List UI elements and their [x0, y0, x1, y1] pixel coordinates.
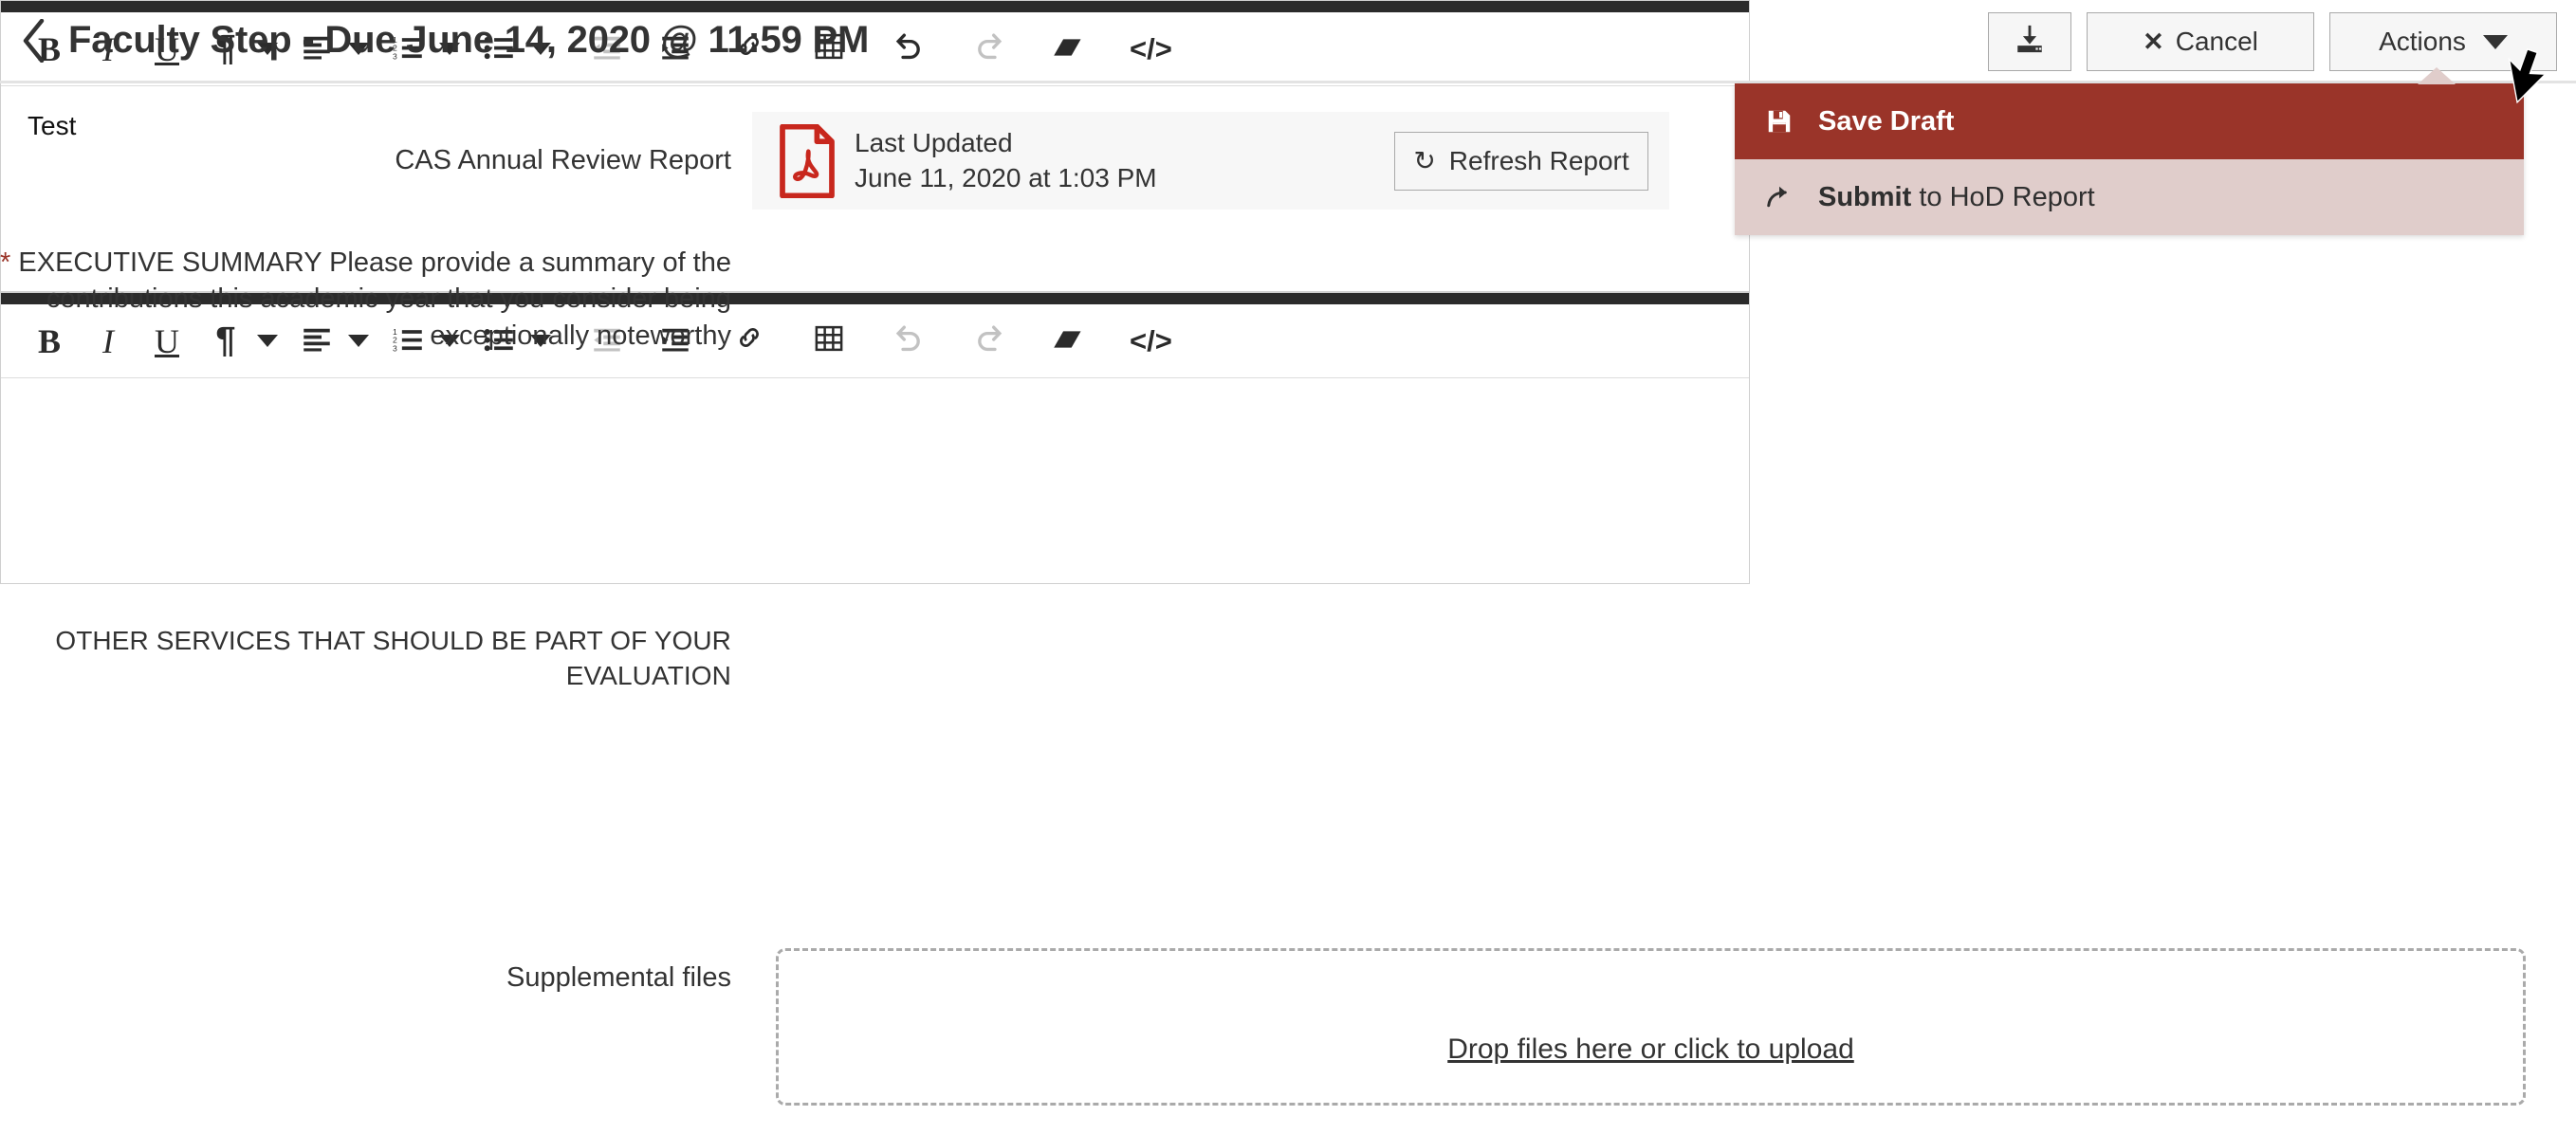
- report-label: CAS Annual Review Report: [395, 145, 731, 175]
- last-updated-value: June 11, 2020 at 1:03 PM: [855, 162, 1157, 192]
- executive-summary-label-text: EXECUTIVE SUMMARY Please provide a summa…: [18, 247, 731, 351]
- other-services-label: OTHER SERVICES THAT SHOULD BE PART OF YO…: [55, 626, 731, 690]
- executive-summary-label: * EXECUTIVE SUMMARY Please provide a sum…: [0, 245, 752, 354]
- report-box: Last Updated June 11, 2020 at 1:03 PM ↻ …: [752, 112, 1669, 210]
- other-services-label-row: OTHER SERVICES THAT SHOULD BE PART OF YO…: [0, 624, 776, 694]
- supplemental-files-label-row: Supplemental files: [0, 948, 776, 996]
- table-icon: [815, 323, 843, 359]
- back-button[interactable]: [11, 13, 55, 68]
- report-row: CAS Annual Review Report Last Updated Ju…: [0, 112, 1669, 210]
- menu-item-save-draft-label: Save Draft: [1818, 105, 1955, 137]
- menu-item-submit-to-hod[interactable]: Submit to HoD Report: [1735, 159, 2524, 235]
- page-header: Faculty Step - Due June 14, 2020 @ 11:59…: [0, 0, 2576, 83]
- report-meta: Last Updated June 11, 2020 at 1:03 PM: [855, 126, 1157, 196]
- redo-button[interactable]: [959, 312, 1018, 371]
- menu-item-save-draft[interactable]: Save Draft: [1735, 83, 2524, 159]
- eraser-icon: [1053, 323, 1083, 359]
- last-updated-label: Last Updated: [855, 127, 1013, 157]
- share-arrow-icon: [1765, 183, 1797, 211]
- mouse-cursor-icon: [2502, 46, 2576, 124]
- dropdown-caret-icon: [2418, 67, 2456, 84]
- close-x-icon: ✕: [2143, 27, 2164, 56]
- actions-button-label: Actions: [2379, 27, 2466, 56]
- undo-button[interactable]: [879, 312, 938, 371]
- table-button[interactable]: [800, 312, 858, 371]
- cancel-button-label: Cancel: [2175, 27, 2258, 56]
- refresh-report-label: Refresh Report: [1448, 145, 1629, 175]
- chevron-left-icon: [21, 18, 46, 63]
- code-view-icon: </>: [1130, 323, 1172, 357]
- executive-summary-label-row: * EXECUTIVE SUMMARY Please provide a sum…: [0, 245, 776, 354]
- save-floppy-icon: [1765, 107, 1797, 136]
- refresh-report-button[interactable]: ↻ Refresh Report: [1394, 131, 1648, 191]
- cancel-button[interactable]: ✕ Cancel: [2087, 12, 2314, 71]
- menu-item-submit-to-hod-label: Submit to HoD Report: [1818, 181, 2095, 212]
- redo-icon: [974, 322, 1003, 359]
- code-view-button[interactable]: </>: [1118, 312, 1184, 371]
- header-actions: ✕ Cancel Actions: [1988, 0, 2557, 83]
- dropzone-upload-link[interactable]: Drop files here or click to upload: [1447, 1033, 1854, 1066]
- undo-icon: [894, 322, 924, 359]
- pdf-file-icon: [773, 123, 841, 198]
- supplemental-files-label: Supplemental files: [506, 962, 731, 993]
- actions-dropdown-menu: Save Draft Submit to HoD Report: [1735, 67, 2524, 235]
- file-dropzone[interactable]: Drop files here or click to upload: [776, 948, 2526, 1106]
- other-services-content[interactable]: [1, 378, 1749, 583]
- download-button[interactable]: [1988, 12, 2071, 71]
- page-title: Faculty Step - Due June 14, 2020 @ 11:59…: [68, 19, 870, 61]
- download-icon: [2014, 23, 2046, 62]
- clear-formatting-button[interactable]: [1039, 312, 1097, 371]
- required-asterisk: *: [0, 247, 11, 278]
- refresh-icon: ↻: [1413, 146, 1436, 175]
- faculty-step-page: Faculty Step - Due June 14, 2020 @ 11:59…: [0, 0, 2576, 1134]
